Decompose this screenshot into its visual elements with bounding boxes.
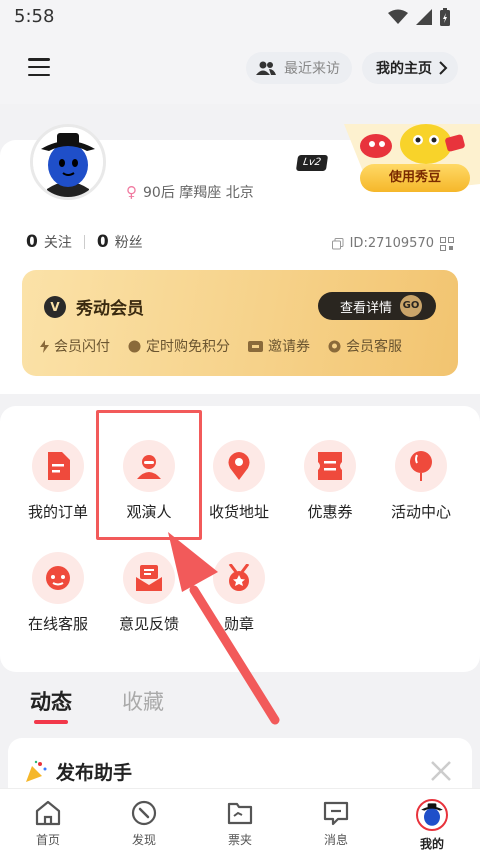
benefit-label: 会员客服 bbox=[346, 339, 402, 355]
publish-title-text: 发布助手 bbox=[56, 762, 133, 784]
lightning-icon bbox=[40, 339, 49, 353]
vip-title-text: 秀动会员 bbox=[76, 299, 144, 319]
coupon-icon bbox=[304, 440, 356, 492]
fans-label[interactable]: 粉丝 bbox=[115, 232, 143, 252]
annotation-arrow bbox=[168, 532, 280, 725]
close-icon[interactable] bbox=[430, 760, 452, 782]
home-icon bbox=[35, 800, 61, 826]
following-count[interactable]: 0 bbox=[26, 232, 38, 252]
benefit-label: 会员闪付 bbox=[54, 339, 110, 355]
go-badge: GO bbox=[400, 295, 423, 317]
compass-icon bbox=[131, 800, 157, 826]
fans-count[interactable]: 0 bbox=[97, 232, 109, 252]
header: 最近来访 我的主页 bbox=[0, 34, 480, 104]
user-id[interactable]: ID:27109570 bbox=[331, 236, 454, 251]
service-label: 在线客服 bbox=[27, 615, 88, 633]
service-my-orders[interactable]: 我的订单 bbox=[10, 440, 106, 522]
wifi-icon bbox=[388, 9, 408, 24]
nav-label: 我的 bbox=[419, 837, 444, 851]
service-activity-center[interactable]: 活动中心 bbox=[373, 440, 469, 522]
party-popper-icon bbox=[26, 760, 47, 782]
recent-visitors-button[interactable]: 最近来访 bbox=[246, 52, 352, 84]
copy-icon[interactable] bbox=[331, 237, 344, 250]
avatar-icon bbox=[416, 799, 448, 831]
benefit-flash-pay[interactable]: 会员闪付 bbox=[40, 336, 110, 356]
level-badge: Lv2 bbox=[295, 155, 329, 171]
vip-benefits: 会员闪付 定时购免积分 邀请券 会员客服 bbox=[40, 336, 402, 356]
tab-underline bbox=[34, 720, 68, 724]
gender-icon: ♀ bbox=[126, 183, 137, 201]
service-address[interactable]: 收货地址 bbox=[191, 440, 287, 522]
tab-favorites[interactable]: 收藏 bbox=[122, 686, 164, 716]
user-id-text: ID:27109570 bbox=[349, 236, 434, 251]
service-online-support[interactable]: 在线客服 bbox=[10, 552, 106, 634]
nav-label: 发现 bbox=[131, 833, 156, 847]
service-label: 优惠券 bbox=[307, 503, 353, 521]
order-icon bbox=[32, 440, 84, 492]
vip-card[interactable]: V 秀动会员 查看详情 GO 会员闪付 定时购免积分 邀请券 会员客服 bbox=[22, 270, 458, 376]
message-icon bbox=[323, 801, 349, 826]
benefit-invite-coupon[interactable]: 邀请券 bbox=[248, 336, 310, 356]
nav-label: 消息 bbox=[323, 833, 348, 847]
my-homepage-label: 我的主页 bbox=[376, 61, 432, 77]
vip-title: V 秀动会员 bbox=[44, 294, 144, 319]
benefit-vip-service[interactable]: 会员客服 bbox=[328, 336, 402, 356]
vip-detail-label: 查看详情 bbox=[340, 300, 393, 316]
nav-discover[interactable]: 发现 bbox=[96, 789, 192, 853]
location-icon bbox=[213, 440, 265, 492]
benefit-timed-purchase[interactable]: 定时购免积分 bbox=[128, 336, 230, 356]
chevron-right-icon bbox=[439, 61, 448, 75]
nav-ticket-folder[interactable]: 票夹 bbox=[192, 789, 288, 853]
nav-label: 首页 bbox=[35, 833, 60, 847]
avatar-character-icon bbox=[33, 127, 103, 197]
service-label: 收货地址 bbox=[208, 503, 269, 521]
bottom-nav: 首页 发现 票夹 消息 我的 bbox=[0, 788, 480, 853]
service-coupons[interactable]: 优惠券 bbox=[282, 440, 378, 522]
vip-detail-button[interactable]: 查看详情 GO bbox=[318, 292, 436, 320]
battery-icon bbox=[440, 8, 450, 26]
nav-mine[interactable]: 我的 bbox=[384, 789, 480, 853]
benefit-label: 定时购免积分 bbox=[146, 339, 230, 355]
status-time: 5:58 bbox=[14, 6, 55, 27]
people-icon bbox=[256, 61, 276, 75]
qr-code-icon[interactable] bbox=[440, 236, 454, 251]
vip-logo-icon: V bbox=[44, 295, 66, 318]
stats-divider bbox=[83, 235, 85, 249]
nav-messages[interactable]: 消息 bbox=[288, 789, 384, 853]
service-label: 我的订单 bbox=[27, 503, 88, 521]
avatar[interactable] bbox=[30, 124, 106, 200]
user-meta: ♀ 90后 摩羯座 北京 bbox=[126, 182, 254, 202]
menu-icon[interactable] bbox=[28, 58, 50, 76]
nav-label: 票夹 bbox=[227, 833, 252, 847]
service-icon bbox=[328, 340, 341, 352]
balloon-icon bbox=[395, 440, 447, 492]
my-homepage-button[interactable]: 我的主页 bbox=[362, 52, 458, 84]
follow-stats: 0 关注 0 粉丝 bbox=[26, 232, 143, 252]
user-meta-text: 90后 摩羯座 北京 bbox=[143, 185, 254, 201]
headset-icon bbox=[32, 552, 84, 604]
recent-visitors-label: 最近来访 bbox=[284, 61, 340, 77]
benefit-label: 邀请券 bbox=[268, 339, 310, 355]
status-icons bbox=[388, 8, 450, 26]
ticket-folder-icon bbox=[227, 802, 253, 825]
tab-dynamics[interactable]: 动态 bbox=[30, 686, 72, 716]
nav-home[interactable]: 首页 bbox=[0, 789, 96, 853]
ticket-icon bbox=[248, 340, 263, 352]
following-label[interactable]: 关注 bbox=[44, 232, 72, 252]
signal-icon bbox=[416, 9, 432, 25]
publish-title: 发布助手 bbox=[24, 758, 132, 785]
use-beans-button[interactable]: 使用秀豆 bbox=[360, 164, 470, 192]
coin-icon bbox=[128, 340, 141, 352]
service-label: 活动中心 bbox=[390, 503, 451, 521]
